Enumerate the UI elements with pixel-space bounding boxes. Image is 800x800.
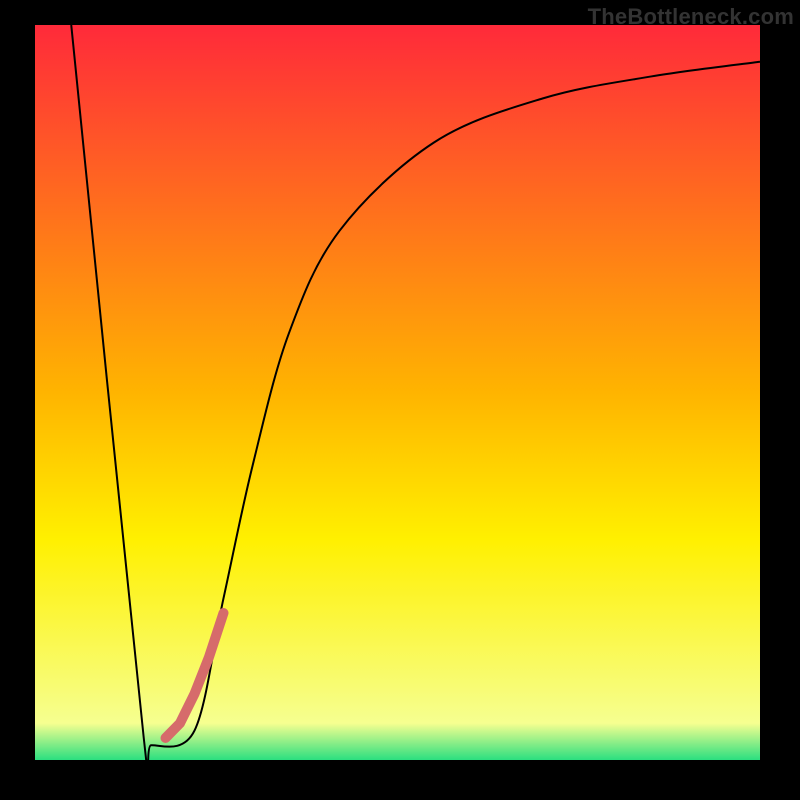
heat-gradient-bg [35, 25, 760, 760]
attribution-text: TheBottleneck.com [588, 4, 794, 30]
bottleneck-chart: TheBottleneck.com [0, 0, 800, 800]
chart-svg [0, 0, 800, 800]
